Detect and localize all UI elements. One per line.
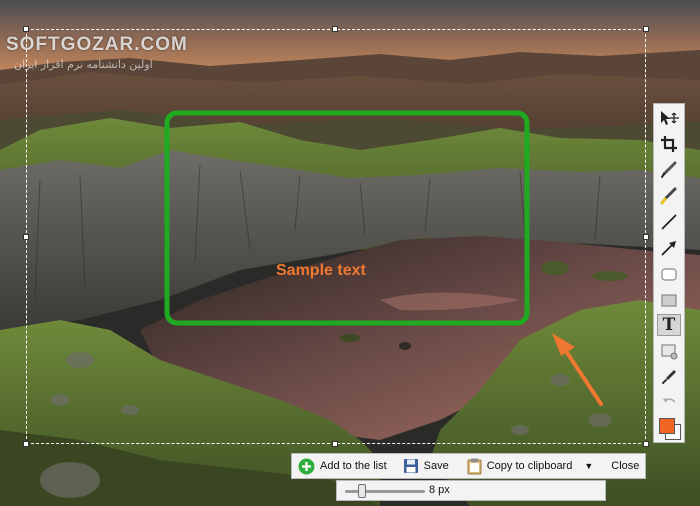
- pen-tool[interactable]: [657, 159, 681, 181]
- crop-icon: [661, 136, 677, 152]
- resize-handle-middle-right[interactable]: [643, 234, 649, 240]
- brush-size-slider[interactable]: [345, 484, 425, 498]
- highlighter-icon: [660, 187, 677, 205]
- undo-icon: [663, 398, 676, 403]
- eyedropper-icon: [662, 370, 676, 384]
- undo-tool[interactable]: [657, 392, 681, 414]
- brush-size-bar: 8 px: [336, 480, 606, 501]
- save-label: Save: [423, 460, 449, 472]
- drawing-toolbar: T: [653, 103, 685, 443]
- arrow-icon: [661, 241, 676, 256]
- select-move-tool[interactable]: [657, 107, 681, 129]
- eraser-tool[interactable]: [657, 340, 681, 362]
- resize-handle-top-middle[interactable]: [332, 26, 338, 32]
- action-bar: Add to the list Save Copy to clipboard ▼…: [291, 453, 646, 479]
- color-picker-tool[interactable]: [657, 366, 681, 388]
- floppy-disk-icon: [403, 459, 418, 473]
- text-icon: T: [662, 315, 676, 335]
- select-move-icon: [661, 111, 679, 125]
- save-button[interactable]: Save: [399, 454, 453, 478]
- resize-handle-bottom-middle[interactable]: [332, 441, 338, 447]
- copy-to-clipboard-button[interactable]: Copy to clipboard ▼: [463, 454, 598, 478]
- arrow-tool[interactable]: [657, 237, 681, 259]
- highlighter-tool[interactable]: [657, 185, 681, 207]
- plus-circle-icon: [298, 458, 315, 474]
- add-to-list-button[interactable]: Add to the list: [292, 454, 391, 478]
- eraser-icon: [661, 344, 678, 360]
- add-to-list-label: Add to the list: [320, 460, 387, 472]
- crop-tool[interactable]: [657, 133, 681, 155]
- text-tool[interactable]: T: [657, 314, 681, 336]
- filled-rectangle-icon: [661, 294, 677, 307]
- resize-handle-bottom-left[interactable]: [23, 441, 29, 447]
- annotation-text[interactable]: Sample text: [276, 262, 366, 280]
- chevron-down-icon[interactable]: ▼: [584, 461, 593, 471]
- brush-size-label: 8 px: [429, 484, 450, 496]
- color-selector[interactable]: [658, 417, 681, 440]
- selection-region[interactable]: [23, 26, 649, 447]
- resize-handle-bottom-right[interactable]: [643, 441, 649, 447]
- resize-handle-middle-left[interactable]: [23, 234, 29, 240]
- line-icon: [661, 214, 677, 230]
- filled-rectangle-tool[interactable]: [657, 289, 681, 311]
- close-button[interactable]: Close: [607, 454, 643, 478]
- resize-handle-top-left[interactable]: [23, 26, 29, 32]
- clipboard-icon: [467, 458, 482, 474]
- pen-icon: [661, 161, 677, 178]
- close-label: Close: [611, 460, 640, 472]
- rounded-rectangle-tool[interactable]: [657, 263, 681, 285]
- rounded-rectangle-icon: [661, 268, 677, 281]
- line-tool[interactable]: [657, 211, 681, 233]
- resize-handle-top-right[interactable]: [643, 26, 649, 32]
- brush-size-slider-thumb[interactable]: [358, 484, 366, 498]
- copy-to-clipboard-label: Copy to clipboard: [486, 460, 573, 472]
- foreground-color-swatch: [659, 418, 675, 434]
